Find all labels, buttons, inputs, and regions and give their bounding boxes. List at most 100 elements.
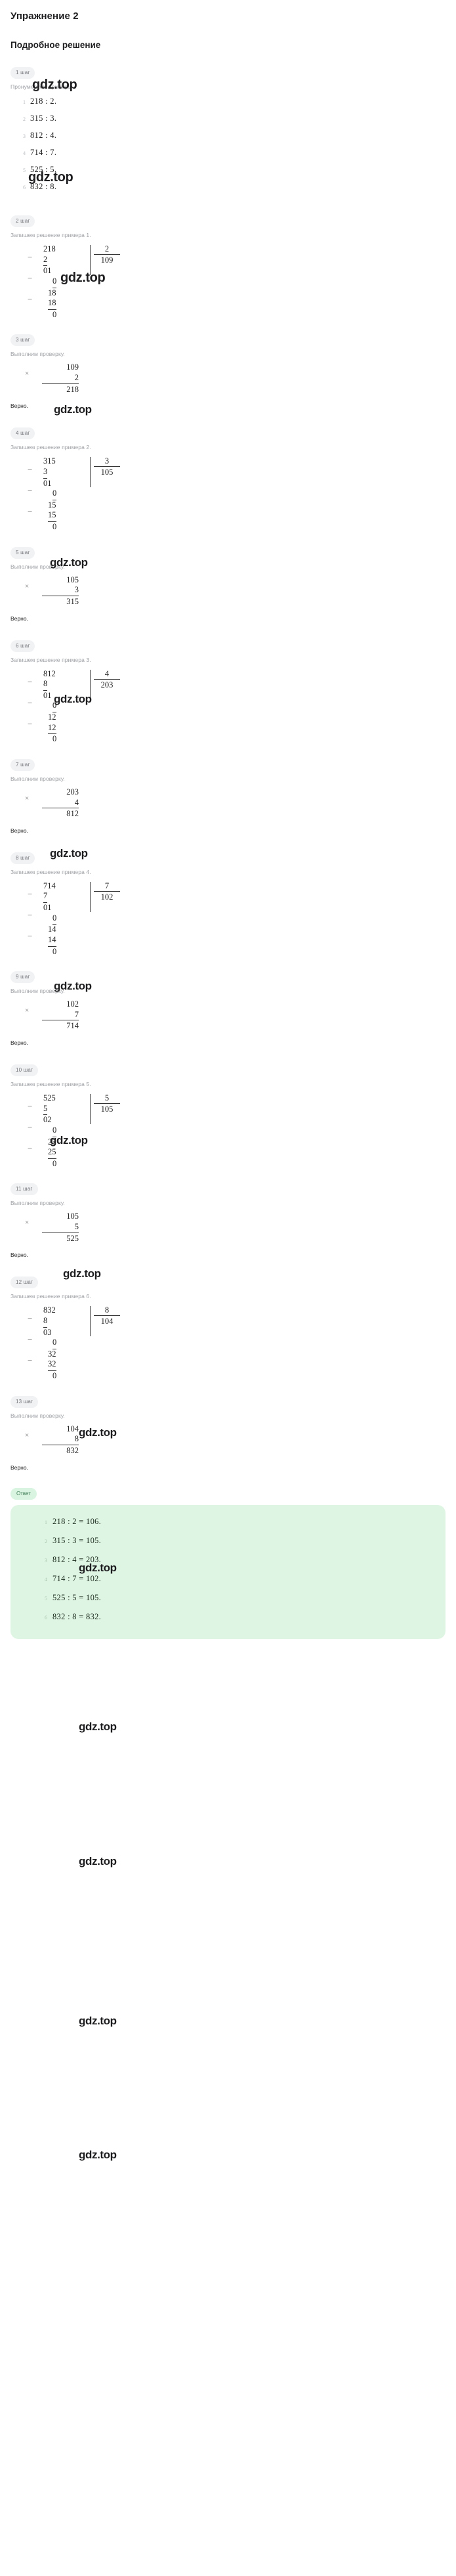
- step-block-11: 11 шаг Выполним проверку. × 105 5 525 Ве…: [10, 1182, 446, 1258]
- multiply-icon: ×: [25, 1007, 30, 1015]
- subtrahend-2: 0: [52, 1338, 57, 1349]
- subtrahend-2: 0: [52, 913, 57, 925]
- step-text-4: Запишем решение примера 2.: [10, 444, 91, 451]
- list-item: 5 525 : 5.: [10, 165, 446, 175]
- step-badge-10: 10 шаг: [10, 1064, 39, 1076]
- quotient: 109: [94, 254, 120, 266]
- long-division-315-3: − − − 315 3 01 0 15 15 0 3 105: [10, 456, 446, 532]
- verdict-text: Верно.: [10, 1039, 28, 1046]
- answer-row: 2 315 : 3 = 105.: [17, 1536, 439, 1546]
- multiply-icon: ×: [25, 794, 30, 802]
- step-badge-8: 8 шаг: [10, 852, 35, 864]
- step-text-3: Выполним проверку.: [10, 351, 65, 358]
- step-badge-7: 7 шаг: [10, 758, 35, 771]
- long-division-525-5: − − − 525 5 02 0 25 25 0 5 105: [10, 1093, 446, 1169]
- multiplicand: 203: [66, 787, 79, 797]
- subtrahend-1: 5: [43, 1104, 48, 1116]
- answer-section: Ответ 1 218 : 2 = 106. 2 315 : 3 = 105. …: [10, 1487, 446, 1639]
- step-block-3: 3 шаг Выполним проверку. × 109 2 218 Вер…: [10, 333, 446, 409]
- remainder-2: 32: [48, 1349, 56, 1359]
- step-block-9: 9 шаг Выполним проверку. × 102 7 714 Вер…: [10, 970, 446, 1046]
- product: 832: [42, 1444, 79, 1456]
- remainder-2: 12: [48, 712, 56, 722]
- step-text-6: Запишем решение примера 3.: [10, 656, 91, 663]
- dividend: 525: [43, 1093, 56, 1102]
- answer-row-number: 5: [45, 1595, 47, 1602]
- answer-row-number: 2: [45, 1538, 47, 1544]
- division-right-column: 5 105: [94, 1093, 120, 1115]
- subtrahend-2: 0: [52, 489, 57, 500]
- list-item-number: 2: [23, 116, 26, 122]
- multiply-icon: ×: [25, 582, 30, 590]
- multiplicand: 104: [66, 1424, 79, 1433]
- subtrahend-3: 32: [48, 1359, 56, 1371]
- step-badge-2: 2 шаг: [10, 215, 35, 227]
- multiplier: 7: [74, 1009, 79, 1019]
- step-badge-4: 4 шаг: [10, 427, 35, 440]
- step-text-9: Выполним проверку.: [10, 988, 65, 995]
- list-item-number: 6: [23, 185, 26, 190]
- remainder-3: 0: [52, 522, 57, 531]
- step-block-7: 7 шаг Выполним проверку. × 203 4 812 Вер…: [10, 758, 446, 834]
- list-item-expression: 218 : 2.: [30, 97, 57, 106]
- answer-row-number: 4: [45, 1576, 47, 1583]
- quotient: 105: [94, 466, 120, 478]
- long-division-832-8: − − − 832 8 03 0 32 32 0 8 104: [10, 1305, 446, 1381]
- answer-row-expression: 218 : 2 = 106.: [52, 1516, 102, 1526]
- division-right-column: 4 203: [94, 669, 120, 691]
- step-block-6: 6 шаг Запишем решение примера 3. − − − 8…: [10, 639, 446, 745]
- multiplication-check-102x7: × 102 7 714: [10, 999, 446, 1032]
- step-text-5: Выполним проверку.: [10, 563, 65, 570]
- list-item: 6 832 : 8.: [10, 182, 446, 192]
- answer-row-expression: 714 : 7 = 102.: [52, 1573, 102, 1583]
- step-text-8: Запишем решение примера 4.: [10, 868, 91, 875]
- step-text-12: Запишем решение примера 6.: [10, 1293, 91, 1300]
- subtrahend-2: 0: [52, 701, 57, 712]
- long-division-714-7: − − − 714 7 01 0 14 14 0 7 102: [10, 881, 446, 957]
- subtrahend-1: 7: [43, 891, 48, 903]
- dividend: 812: [43, 668, 56, 678]
- list-item-number: 1: [23, 99, 26, 105]
- multiplier: 5: [74, 1222, 79, 1231]
- step-block-5: 5 шаг Выполним проверку. × 105 3 315 Вер…: [10, 546, 446, 622]
- multiply-icon: ×: [25, 1431, 30, 1439]
- multiplicand: 102: [66, 999, 79, 1009]
- subtrahend-3: 14: [48, 935, 56, 947]
- watermark: gdz.top: [79, 2015, 117, 2027]
- section-title-detailed-solution: Подробное решение: [10, 40, 101, 50]
- subtrahend-2: 0: [52, 276, 57, 288]
- subtrahend-1: 3: [43, 467, 48, 479]
- remainder-3: 0: [52, 1158, 57, 1168]
- page-title: Упражнение 2: [10, 11, 79, 22]
- verdict-text: Верно.: [10, 615, 28, 622]
- answer-box: 1 218 : 2 = 106. 2 315 : 3 = 105. 3 812 …: [10, 1504, 446, 1639]
- remainder-1: 01: [43, 903, 52, 912]
- step-text-7: Выполним проверку.: [10, 775, 65, 782]
- division-left-column: 218 2 01 0 18 18 0: [28, 244, 84, 320]
- divisor: 7: [104, 881, 110, 890]
- division-right-column: 3 105: [94, 456, 120, 478]
- dividend: 832: [43, 1305, 56, 1315]
- step-badge-3: 3 шаг: [10, 334, 35, 347]
- step-badge-5: 5 шаг: [10, 546, 35, 559]
- subtrahend-3: 25: [48, 1147, 56, 1159]
- remainder-1: 02: [43, 1115, 52, 1125]
- watermark: gdz.top: [79, 2149, 117, 2161]
- multiplication-check-104x8: × 104 8 832: [10, 1424, 446, 1456]
- remainder-1: 03: [43, 1327, 52, 1337]
- quotient: 203: [94, 678, 120, 691]
- remainder-3: 0: [52, 1371, 57, 1380]
- remainder-2: 18: [48, 288, 56, 297]
- answer-row-number: 1: [45, 1519, 47, 1525]
- list-item: 1 218 : 2.: [10, 97, 446, 106]
- verdict-text: Верно.: [10, 403, 28, 410]
- watermark: gdz.top: [79, 1855, 117, 1867]
- division-bar-vertical: [90, 1094, 91, 1124]
- step-text-2: Запишем решение примера 1.: [10, 232, 91, 238]
- list-item: 3 812 : 4.: [10, 131, 446, 141]
- step-badge-6: 6 шаг: [10, 640, 35, 652]
- remainder-1: 01: [43, 478, 52, 488]
- multiplication-check-105x3: × 105 3 315: [10, 575, 446, 607]
- dividend: 315: [43, 456, 56, 466]
- list-item-number: 3: [23, 133, 26, 139]
